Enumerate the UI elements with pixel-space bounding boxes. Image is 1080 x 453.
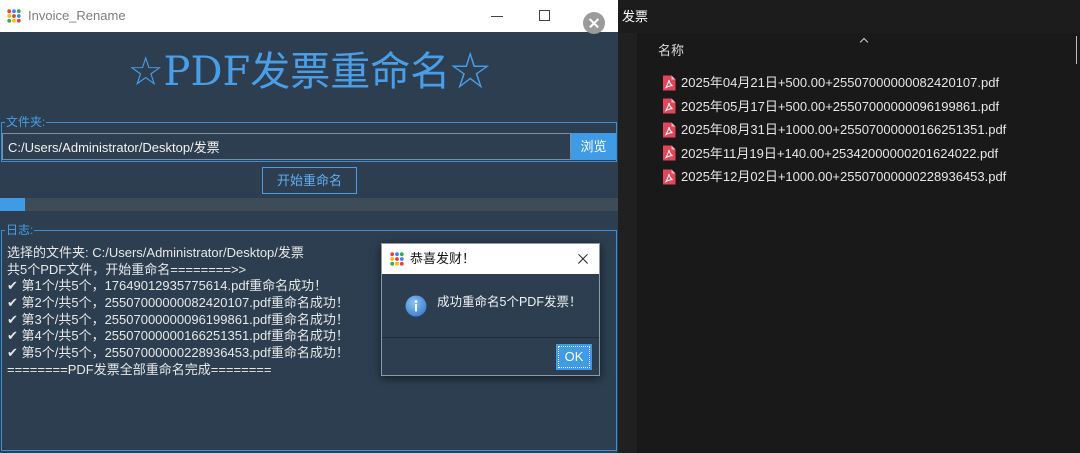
file-row[interactable]: 2025年05月17日+500.00+25507000000096199861.…	[658, 95, 1078, 119]
progress-bar	[0, 198, 618, 211]
file-list: 2025年04月21日+500.00+25507000000082420107.…	[658, 71, 1078, 189]
ok-button[interactable]: OK	[556, 344, 592, 370]
app-title-bar[interactable]: Invoice_Rename	[0, 0, 618, 32]
log-group-label: 日志:	[5, 223, 35, 237]
file-name: 2025年08月31日+1000.00+25507000000166251351…	[681, 122, 1007, 137]
dialog-footer: OK	[382, 337, 599, 375]
pdf-file-icon	[662, 145, 676, 161]
window-title: Invoice_Rename	[28, 8, 126, 23]
folder-name: 发票	[622, 9, 649, 24]
explorer-title-bar: 发票	[618, 0, 1080, 33]
folder-group-label: 文件夹:	[5, 115, 47, 129]
folder-path-input[interactable]	[2, 133, 571, 160]
app-window: Invoice_Rename ☆PDF发票重命名☆ 文件夹: 浏览 开始重命名 …	[0, 0, 618, 453]
file-name: 2025年05月17日+500.00+25507000000096199861.…	[681, 98, 1000, 114]
maximize-button[interactable]	[520, 0, 566, 32]
success-dialog: 恭喜发财！ 成功重命名5个PDF发票！ OK	[381, 243, 600, 376]
file-row[interactable]: 2025年08月31日+1000.00+25507000000166251351…	[658, 118, 1078, 142]
dialog-title: 恭喜发财！	[410, 251, 476, 266]
dialog-message: 成功重命名5个PDF发票！	[437, 295, 582, 309]
column-header-name[interactable]: 名称	[658, 42, 684, 60]
folder-group: 文件夹: 浏览	[1, 115, 617, 162]
sort-ascending-icon	[859, 36, 869, 43]
dialog-title-bar[interactable]: 恭喜发财！	[382, 244, 599, 274]
pdf-file-icon	[662, 75, 676, 91]
minimize-button[interactable]	[474, 0, 520, 32]
file-name: 2025年12月02日+1000.00+25507000000228936453…	[681, 169, 1007, 184]
app-grid-icon	[390, 252, 404, 266]
minimize-icon	[491, 16, 503, 17]
pdf-file-icon	[662, 122, 676, 138]
pdf-file-icon	[662, 169, 676, 185]
file-row[interactable]: 2025年11月19日+140.00+25342000000201624022.…	[658, 142, 1078, 166]
browse-button[interactable]: 浏览	[571, 133, 616, 160]
file-row[interactable]: 2025年04月21日+500.00+25507000000082420107.…	[658, 71, 1078, 95]
file-name: 2025年11月19日+140.00+25342000000201624022.…	[681, 145, 999, 161]
column-divider[interactable]	[1076, 36, 1077, 64]
navigation-pane[interactable]	[618, 33, 637, 453]
file-name: 2025年04月21日+500.00+25507000000082420107.…	[681, 75, 1000, 90]
maximize-icon	[539, 10, 550, 21]
file-explorer: 发票 名称 2025年04月21日+500.00+255070000000824…	[618, 0, 1080, 453]
pdf-file-icon	[662, 98, 676, 114]
file-row[interactable]: 2025年12月02日+1000.00+25507000000228936453…	[658, 165, 1078, 189]
info-icon	[405, 295, 427, 317]
app-grid-icon	[7, 9, 21, 23]
dialog-body: 成功重命名5个PDF发票！	[382, 274, 599, 337]
page-title: ☆PDF发票重命名☆	[127, 49, 491, 95]
start-rename-button[interactable]: 开始重命名	[262, 167, 357, 194]
progress-fill	[0, 198, 25, 211]
dialog-close-button[interactable]	[567, 244, 599, 274]
close-button[interactable]	[583, 12, 605, 34]
